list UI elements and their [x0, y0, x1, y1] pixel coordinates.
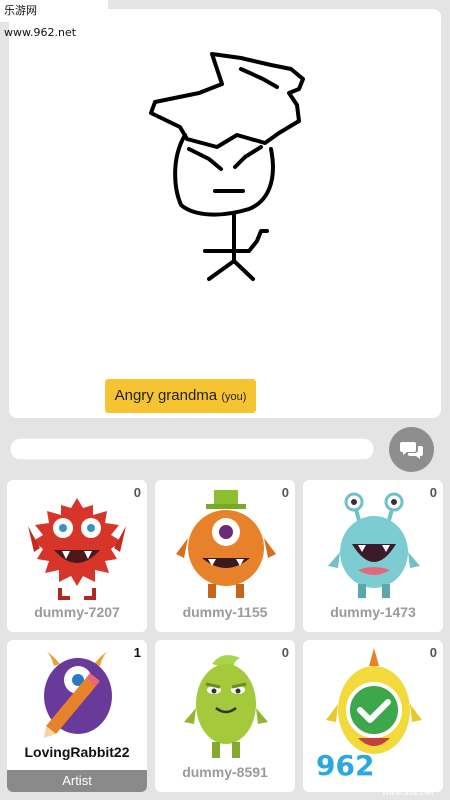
green-monster-avatar [184, 655, 268, 758]
player-name: dummy-1473 [330, 604, 416, 620]
player-score: 0 [429, 485, 437, 500]
player-name: dummy-7207 [34, 604, 120, 620]
watermark-chinese: 乐游网 [396, 771, 438, 787]
player-score: 1 [133, 645, 141, 660]
player-score: 0 [281, 645, 289, 660]
player-name: LovingRabbit22 [24, 744, 130, 760]
chat-input[interactable] [10, 438, 374, 460]
red-monster-avatar [28, 498, 126, 600]
teal-antenna-monster-avatar [328, 492, 420, 598]
purple-monster-with-pencil-avatar [44, 650, 112, 738]
watermark-top: 乐游网 www.962.net [0, 0, 108, 39]
you-tag: (you) [221, 391, 247, 403]
player-card[interactable]: 0 dummy-1155 [155, 480, 295, 632]
drawing-canvas[interactable]: Angry grandma (you) [9, 9, 441, 418]
sketch-drawing [149, 52, 305, 281]
player-card-active[interactable]: 1 LovingRabbit22 Artist [7, 640, 147, 792]
player-card[interactable]: 0 dummy-8591 [155, 640, 295, 792]
word-label: Angry grandma (you) [105, 379, 256, 413]
watermark-url: www.962.net [382, 787, 434, 797]
player-score: 0 [281, 485, 289, 500]
player-score: 0 [133, 485, 141, 500]
yellow-monster-checkmark-avatar [326, 648, 422, 754]
artist-role-label: Artist [7, 770, 147, 792]
word-text: Angry grandma [114, 387, 218, 404]
player-score: 0 [429, 645, 437, 660]
watermark-number: 962 [316, 749, 375, 782]
player-card[interactable]: 0 dummy-1473 [303, 480, 443, 632]
player-name: dummy-8591 [182, 764, 268, 780]
chat-button[interactable] [389, 427, 434, 472]
player-card[interactable]: 0 dummy-7207 [7, 480, 147, 632]
orange-cyclops-monster-avatar [176, 490, 276, 598]
watermark-bottom: 962 .NET 乐游网 www.962.net [312, 745, 450, 800]
watermark-net: .NET [398, 749, 433, 766]
player-name: dummy-1155 [182, 604, 268, 620]
chat-bubbles-icon [400, 442, 423, 459]
